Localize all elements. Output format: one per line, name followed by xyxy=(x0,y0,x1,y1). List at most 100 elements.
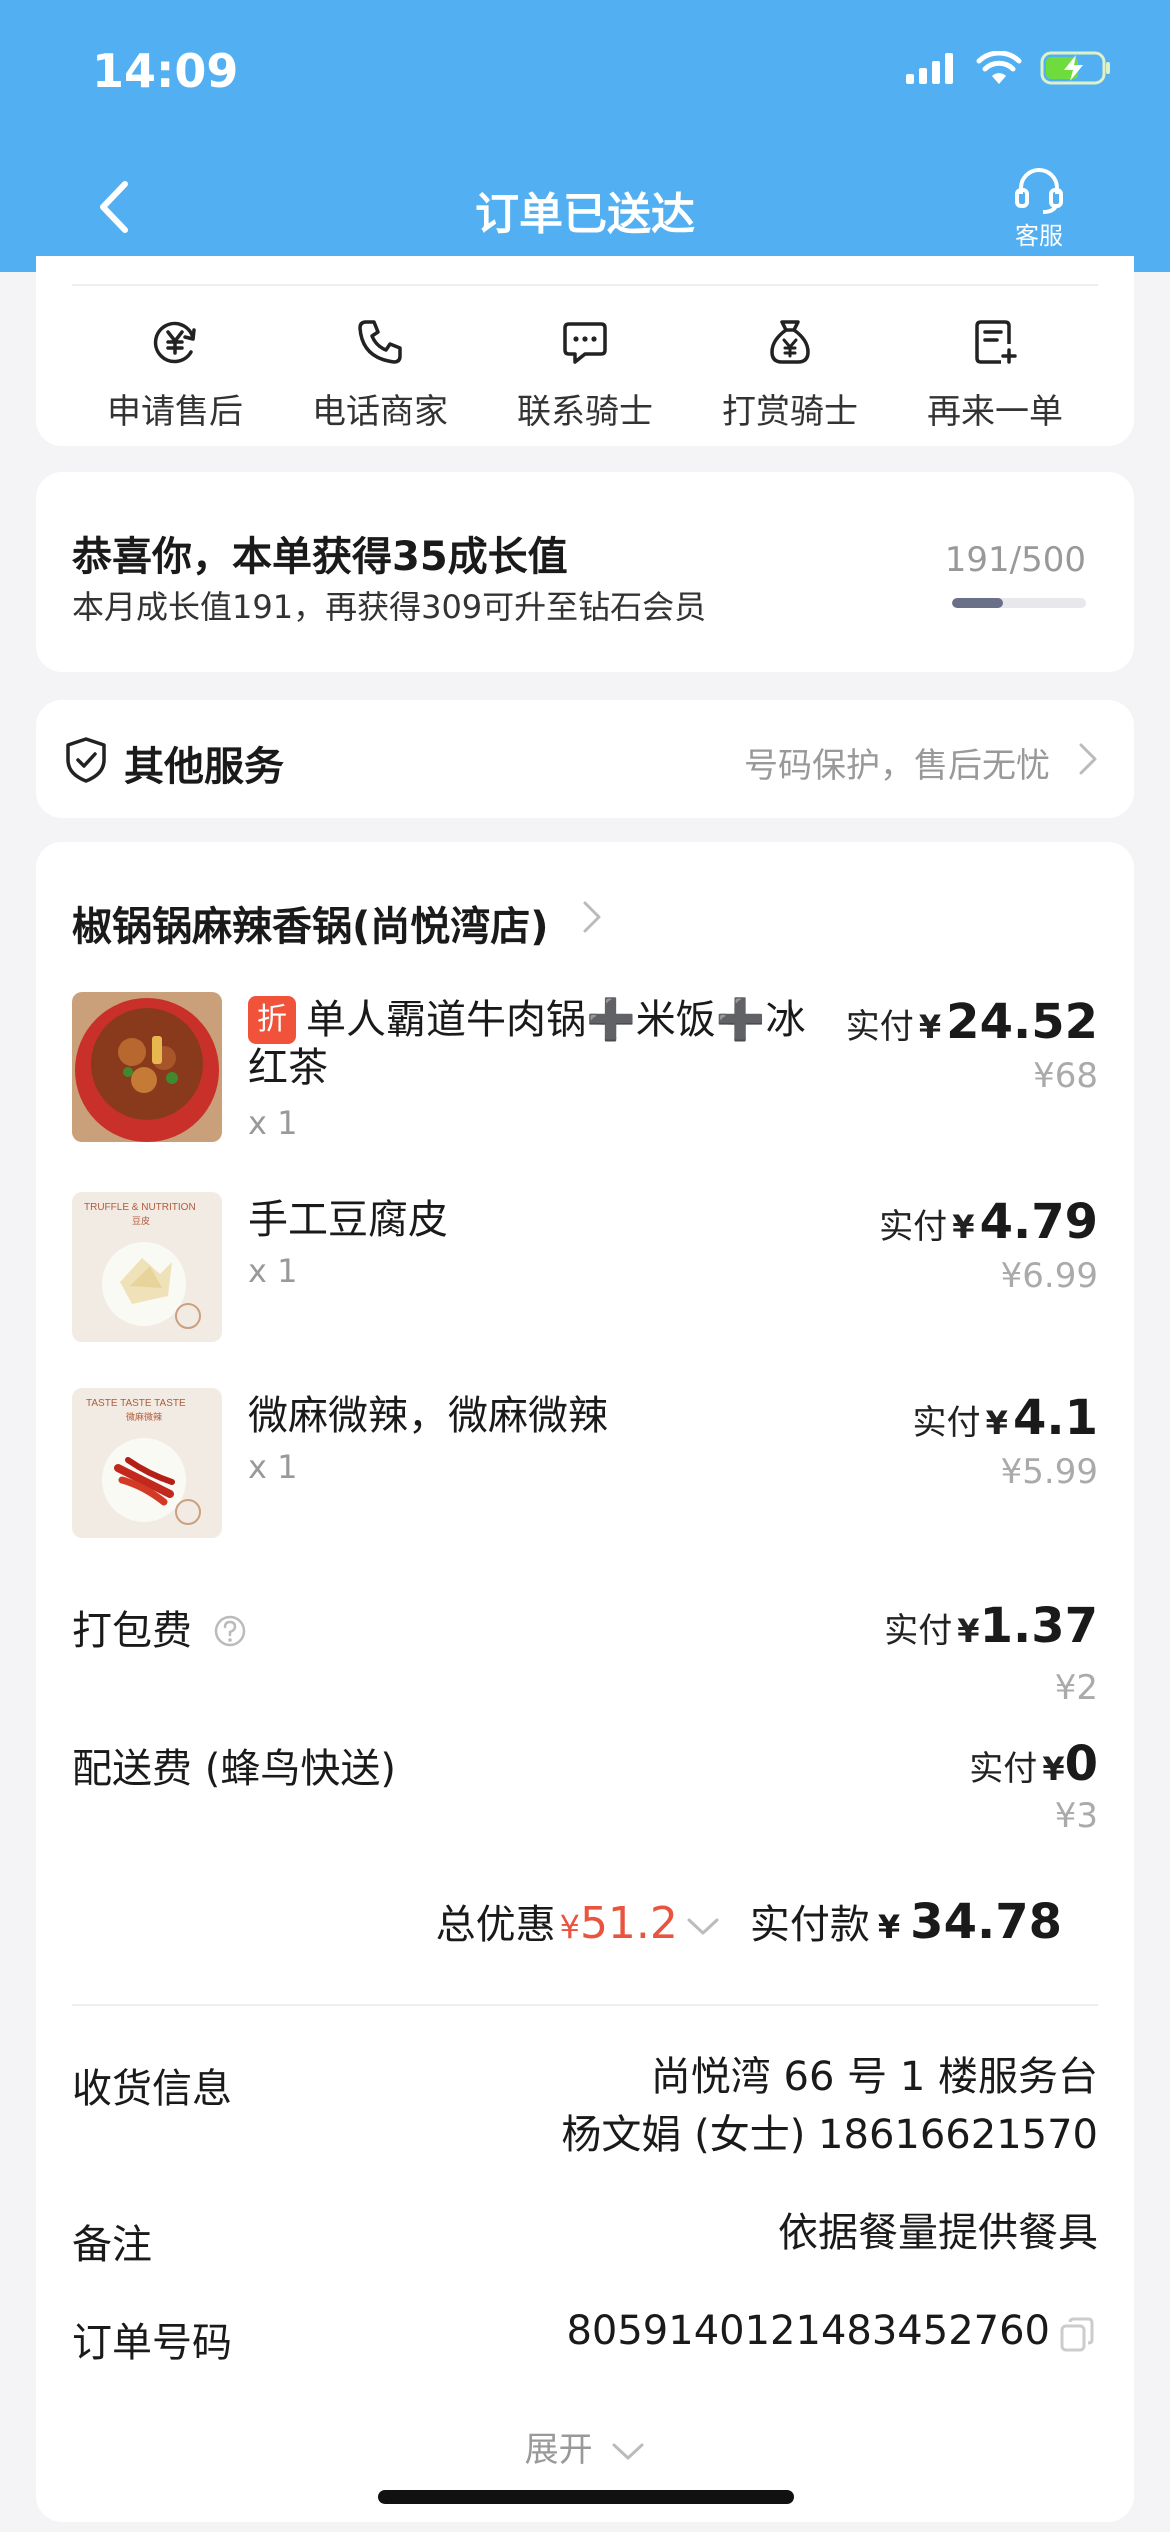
delivery-info-value: 尚悦湾 66 号 1 楼服务台 杨文娟 (女士) 18616621570 xyxy=(561,2048,1098,2164)
order-item[interactable]: TRUFFLE & NUTRITION 豆皮 手工豆腐皮 x 1 实付 ¥ 4.… xyxy=(72,1192,1098,1352)
headset-icon xyxy=(1015,168,1063,214)
chevron-down-icon[interactable] xyxy=(686,1916,720,1938)
item-name-container: 折单人霸道牛肉锅➕米饭➕冰红茶 xyxy=(248,996,828,1092)
battery-charging-icon xyxy=(1040,51,1110,85)
item-image: TASTE TASTE TASTE 微麻微辣 xyxy=(72,1388,222,1538)
tip-rider-button[interactable]: 打赏骑士 xyxy=(690,312,890,433)
item-original-price: ¥6.99 xyxy=(1000,1256,1098,1296)
note-label: 备注 xyxy=(72,2222,152,2268)
order-totals: 总优惠 ¥ 51.2 实付款 ¥ 34.78 xyxy=(436,1892,1062,1950)
order-item[interactable]: TASTE TASTE TASTE 微麻微辣 微麻微辣，微麻微辣 x 1 实付 … xyxy=(72,1388,1098,1548)
status-time: 14:09 xyxy=(92,44,239,98)
action-label: 联系骑士 xyxy=(517,392,653,432)
contact-rider-button[interactable]: 联系骑士 xyxy=(485,312,685,433)
wifi-icon xyxy=(976,51,1022,84)
paid-label: 实付 xyxy=(884,1611,953,1651)
order-details-card: 椒锅锅麻辣香锅(尚悦湾店) 折单人霸道牛肉锅➕米饭➕冰红茶 x 1 实付 ¥ 2… xyxy=(36,842,1134,2522)
divider xyxy=(72,284,1098,286)
growth-progress-bar xyxy=(952,598,1086,608)
shield-check-icon xyxy=(66,737,106,783)
delivery-fee-original: ¥3 xyxy=(1054,1796,1098,1836)
status-icons xyxy=(906,50,1112,86)
paid-value: 0 xyxy=(1064,1736,1098,1792)
action-label: 电话商家 xyxy=(312,392,448,432)
order-item[interactable]: 折单人霸道牛肉锅➕米饭➕冰红茶 x 1 实付 ¥ 24.52 ¥68 xyxy=(72,992,1098,1152)
packing-fee-label-container: 打包费 xyxy=(72,1598,247,1656)
discount-tag: 折 xyxy=(248,996,296,1044)
reorder-icon xyxy=(975,320,1017,364)
currency-symbol: ¥ xyxy=(952,1208,975,1246)
copy-icon[interactable] xyxy=(1058,2316,1096,2354)
action-label: 申请售后 xyxy=(107,392,243,432)
question-circle-icon[interactable] xyxy=(213,1614,247,1648)
paid-label: 实付 xyxy=(845,1007,914,1047)
phone-icon xyxy=(358,320,402,364)
item-name: 单人霸道牛肉锅➕米饭➕冰红茶 xyxy=(248,997,806,1091)
shop-name-link[interactable]: 椒锅锅麻辣香锅(尚悦湾店) xyxy=(72,894,549,952)
growth-progress-fill xyxy=(952,598,1004,608)
currency-symbol: ¥ xyxy=(1042,1750,1065,1788)
note-value: 依据餐量提供餐具 xyxy=(778,2210,1098,2256)
order-number-value: 8059140121483452760 xyxy=(566,2308,1050,2354)
app-header: 14:09 订单已送达 客服 xyxy=(0,0,1170,272)
order-number-label: 订单号码 xyxy=(72,2320,232,2366)
paid-value: 4.79 xyxy=(979,1194,1098,1250)
packing-fee-paid: 实付 ¥1.37 xyxy=(884,1598,1098,1654)
growth-count: 191/500 xyxy=(944,540,1086,580)
item-image xyxy=(72,992,222,1142)
growth-value-card[interactable]: 恭喜你，本单获得35成长值 本月成长值191，再获得309可升至钻石会员 191… xyxy=(36,472,1134,672)
item-paid-amount: 实付 ¥ 4.79 xyxy=(879,1194,1098,1250)
total-discount-value: 51.2 xyxy=(579,1898,678,1949)
delivery-info-label: 收货信息 xyxy=(72,2066,232,2112)
currency-symbol: ¥ xyxy=(877,1908,901,1946)
action-label: 打赏骑士 xyxy=(722,392,858,432)
delivery-fee-label: 配送费 (蜂鸟快送) xyxy=(72,1746,396,1792)
currency-symbol: ¥ xyxy=(985,1404,1008,1442)
call-merchant-button[interactable]: 电话商家 xyxy=(280,312,480,433)
other-services-title: 其他服务 xyxy=(124,744,284,790)
signal-icon xyxy=(906,53,953,84)
money-bag-icon xyxy=(770,320,810,364)
image-subcaption: 豆皮 xyxy=(132,1215,150,1226)
expand-label: 展开 xyxy=(524,2430,593,2470)
item-original-price: ¥68 xyxy=(1033,1056,1098,1096)
item-quantity: x 1 xyxy=(248,1448,298,1486)
customer-service-button[interactable]: 客服 xyxy=(1004,168,1074,251)
image-caption: TRUFFLE & NUTRITION xyxy=(84,1202,196,1213)
total-paid-value: 34.78 xyxy=(910,1894,1062,1950)
currency-symbol: ¥ xyxy=(559,1908,580,1946)
chevron-right-icon xyxy=(1079,743,1097,775)
other-services-description: 号码保护，售后无忧 xyxy=(744,746,1050,786)
growth-title: 恭喜你，本单获得35成长值 xyxy=(72,534,568,580)
yuan-refresh-icon xyxy=(153,321,196,364)
image-caption: TASTE TASTE TASTE xyxy=(86,1398,186,1409)
packing-fee-original: ¥2 xyxy=(1054,1668,1098,1708)
total-discount-label: 总优惠 xyxy=(435,1902,556,1948)
item-name: 微麻微辣，微麻微辣 xyxy=(248,1393,608,1439)
home-indicator[interactable] xyxy=(378,2490,794,2504)
apply-after-sales-button[interactable]: 申请售后 xyxy=(75,312,275,433)
item-quantity: x 1 xyxy=(248,1104,298,1142)
delivery-fee-row: 配送费 (蜂鸟快送) 实付 ¥0 ¥3 xyxy=(72,1736,1098,1846)
growth-subtitle: 本月成长值191，再获得309可升至钻石会员 xyxy=(72,588,707,626)
item-original-price: ¥5.99 xyxy=(1000,1452,1098,1492)
delivery-fee-paid: 实付 ¥0 xyxy=(969,1736,1098,1792)
packing-fee-row: 打包费 实付 ¥1.37 ¥2 xyxy=(72,1598,1098,1708)
paid-label: 实付 xyxy=(912,1403,981,1443)
order-actions-card: 申请售后 电话商家 联系骑士 打赏骑士 再来一单 xyxy=(36,256,1134,446)
expand-button[interactable]: 展开 xyxy=(36,2422,1134,2471)
paid-value: 4.1 xyxy=(1012,1390,1098,1446)
packing-fee-label: 打包费 xyxy=(72,1608,192,1654)
currency-symbol: ¥ xyxy=(918,1008,942,1046)
divider xyxy=(72,2004,1098,2006)
page-title: 订单已送达 xyxy=(475,189,695,240)
reorder-button[interactable]: 再来一单 xyxy=(895,312,1095,433)
image-subcaption: 微麻微辣 xyxy=(126,1411,162,1422)
item-paid-amount: 实付 ¥ 24.52 xyxy=(846,994,1098,1050)
item-paid-amount: 实付 ¥ 4.1 xyxy=(913,1390,1098,1446)
paid-label: 实付 xyxy=(969,1749,1038,1789)
item-image: TRUFFLE & NUTRITION 豆皮 xyxy=(72,1192,222,1342)
item-name: 手工豆腐皮 xyxy=(248,1197,448,1243)
other-services-card[interactable]: 其他服务 号码保护，售后无忧 xyxy=(36,700,1134,818)
delivery-contact: 杨文娟 (女士) 18616621570 xyxy=(561,2112,1098,2158)
